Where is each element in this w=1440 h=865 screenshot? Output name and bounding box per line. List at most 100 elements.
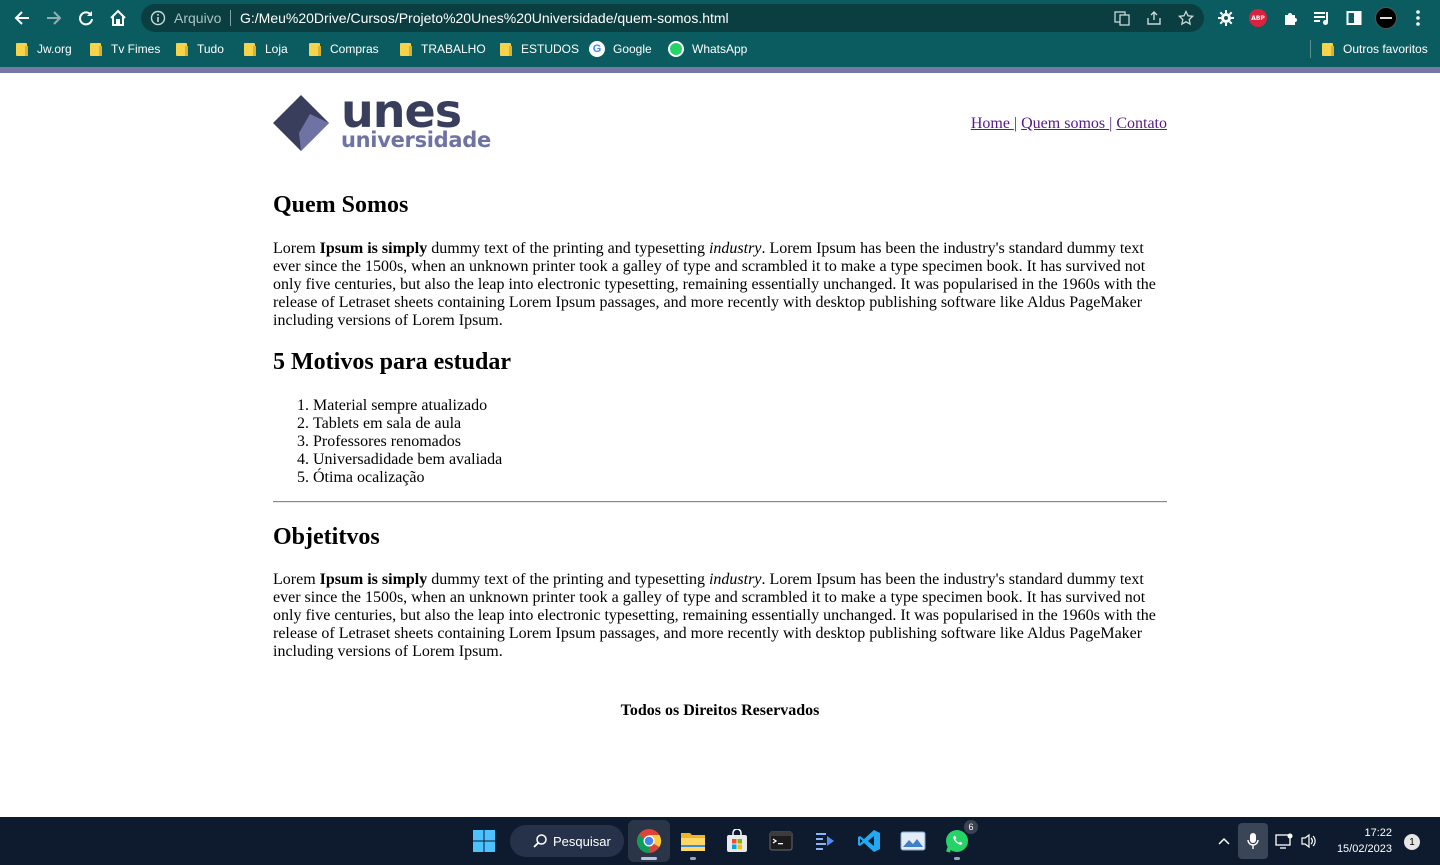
volume-icon[interactable] xyxy=(1296,823,1322,859)
microsoft-store-icon[interactable] xyxy=(719,823,755,859)
folder-icon xyxy=(90,42,102,56)
bookmark-label: Jw.org xyxy=(37,42,72,56)
more-vert-icon[interactable] xyxy=(1406,6,1430,30)
folder-icon xyxy=(309,42,321,56)
chevron-up-icon[interactable] xyxy=(1207,823,1241,859)
reasons-list: Material sempre atualizado Tablets em sa… xyxy=(273,397,502,487)
adblock-label: ABP xyxy=(1249,9,1267,27)
folder-icon xyxy=(400,42,412,56)
chrome-icon[interactable] xyxy=(631,823,667,859)
forward-arrow-icon[interactable] xyxy=(42,6,66,30)
profile-avatar-icon[interactable] xyxy=(1374,6,1398,30)
logo-diamond-icon xyxy=(273,95,329,151)
bookmark-whatsapp[interactable]: WhatsApp xyxy=(668,41,747,57)
bookmark-label: Outros favoritos xyxy=(1343,42,1428,56)
star-icon[interactable] xyxy=(1177,9,1195,26)
terminal-icon[interactable] xyxy=(763,823,799,859)
horizontal-rule xyxy=(273,501,1167,503)
folder-icon xyxy=(1322,42,1334,56)
whatsapp-icon xyxy=(668,41,684,57)
info-icon[interactable] xyxy=(150,10,166,31)
windows-start-icon[interactable] xyxy=(466,823,502,859)
bookmark-label: Tudo xyxy=(197,42,224,56)
paragraph-objetivos: Lorem Ipsum is simply dummy text of the … xyxy=(273,571,1167,661)
translate-icon[interactable] xyxy=(1114,10,1130,26)
file-explorer-icon[interactable] xyxy=(675,823,711,859)
bookmark-label: Tv Fimes xyxy=(111,42,161,56)
running-indicator xyxy=(954,857,960,860)
running-indicator xyxy=(690,857,696,860)
google-icon: G xyxy=(589,41,605,57)
logo-word-universidade: universidade xyxy=(341,128,491,152)
bold-run: Ipsum is simply xyxy=(319,240,428,257)
bookmark-label: Loja xyxy=(265,42,288,56)
address-bar[interactable]: Arquivo G:/Meu%20Drive/Cursos/Projeto%20… xyxy=(141,4,1204,32)
network-icon[interactable] xyxy=(1271,823,1297,859)
media-queue-icon[interactable] xyxy=(1310,6,1334,30)
search-label: Pesquisar xyxy=(553,833,611,849)
nav-separator: | xyxy=(1013,115,1018,132)
text-run: Lorem xyxy=(273,240,320,257)
side-panel-icon[interactable] xyxy=(1342,6,1366,30)
folder-icon xyxy=(176,42,188,56)
bookmark-estudos[interactable]: ESTUDOS xyxy=(500,41,579,57)
main-nav: Home | Quem somos | Contato xyxy=(971,115,1167,133)
bookmark-loja[interactable]: Loja xyxy=(244,41,288,57)
search-icon xyxy=(533,834,547,848)
browser-toolbar: Arquivo G:/Meu%20Drive/Cursos/Projeto%20… xyxy=(0,0,1440,36)
notification-count-icon[interactable]: 1 xyxy=(1404,834,1420,850)
page-footer: Todos os Direitos Reservados xyxy=(620,702,820,719)
nav-link-quem-somos[interactable]: Quem somos xyxy=(1021,115,1109,132)
home-icon[interactable] xyxy=(106,6,130,30)
photos-icon[interactable] xyxy=(895,823,931,859)
url-text[interactable]: G:/Meu%20Drive/Cursos/Projeto%20Unes%20U… xyxy=(240,10,729,26)
vscode-icon[interactable] xyxy=(851,823,887,859)
folder-icon xyxy=(16,42,28,56)
address-separator xyxy=(230,10,231,26)
nav-link-contato[interactable]: Contato xyxy=(1116,115,1167,132)
italic-run: industry xyxy=(708,571,762,588)
bookmark-tudo[interactable]: Tudo xyxy=(176,41,224,57)
notification-badge: 6 xyxy=(964,820,978,834)
bookmark-compras[interactable]: Compras xyxy=(309,41,379,57)
list-item: Tablets em sala de aula xyxy=(313,415,502,433)
share-icon[interactable] xyxy=(1146,10,1162,26)
web-page: unes universidade Home | Quem somos | Co… xyxy=(0,73,1440,817)
reload-icon[interactable] xyxy=(74,6,98,30)
bookmark-label: ESTUDOS xyxy=(521,42,580,56)
bookmarks-bar: Jw.org Tv Fimes Tudo Loja Compras TRABAL… xyxy=(0,38,1440,60)
bookmark-label: TRABALHO xyxy=(421,42,486,56)
folder-icon xyxy=(500,42,512,56)
microphone-icon[interactable] xyxy=(1238,823,1268,859)
bookmark-label: WhatsApp xyxy=(692,42,748,56)
bookmark-google[interactable]: G Google xyxy=(589,41,652,57)
list-item: Material sempre atualizado xyxy=(313,397,502,415)
whatsapp-icon[interactable]: 6 xyxy=(939,820,978,859)
extensions-puzzle-icon[interactable] xyxy=(1278,6,1302,30)
bookmark-other-favorites[interactable]: Outros favoritos xyxy=(1322,41,1428,57)
list-item: Professores renomados xyxy=(313,433,502,451)
nav-separator: | xyxy=(1109,115,1113,132)
text-run: dummy text of the printing and typesetti… xyxy=(427,240,709,257)
list-item: Universadidade bem avaliada xyxy=(313,451,502,469)
bookmark-jw-org[interactable]: Jw.org xyxy=(16,41,72,57)
italic-run: industry xyxy=(708,240,762,257)
windows-taskbar: Pesquisar 6 17:22 15/02/2023 1 xyxy=(0,817,1440,865)
folder-icon xyxy=(244,42,256,56)
bookmark-trabalho[interactable]: TRABALHO xyxy=(400,41,486,57)
browser-chrome: Arquivo G:/Meu%20Drive/Cursos/Projeto%20… xyxy=(0,0,1440,73)
site-logo[interactable]: unes universidade xyxy=(273,85,491,153)
bold-run: Ipsum is simply xyxy=(319,571,428,588)
adblock-plus-icon[interactable]: ABP xyxy=(1246,6,1270,30)
dev-tool-icon[interactable] xyxy=(807,823,843,859)
paragraph-quem-somos: Lorem Ipsum is simply dummy text of the … xyxy=(273,240,1167,330)
taskbar-search[interactable]: Pesquisar xyxy=(510,825,624,857)
back-arrow-icon[interactable] xyxy=(10,6,34,30)
clock-date[interactable]: 15/02/2023 xyxy=(1328,842,1392,856)
nav-link-home[interactable]: Home xyxy=(971,115,1014,132)
bookmarks-divider xyxy=(1310,40,1311,58)
bookmark-label: Compras xyxy=(330,42,379,56)
bookmark-tv-fimes[interactable]: Tv Fimes xyxy=(90,41,160,57)
clock-time[interactable]: 17:22 xyxy=(1328,826,1392,840)
settings-gear-icon[interactable] xyxy=(1214,6,1238,30)
